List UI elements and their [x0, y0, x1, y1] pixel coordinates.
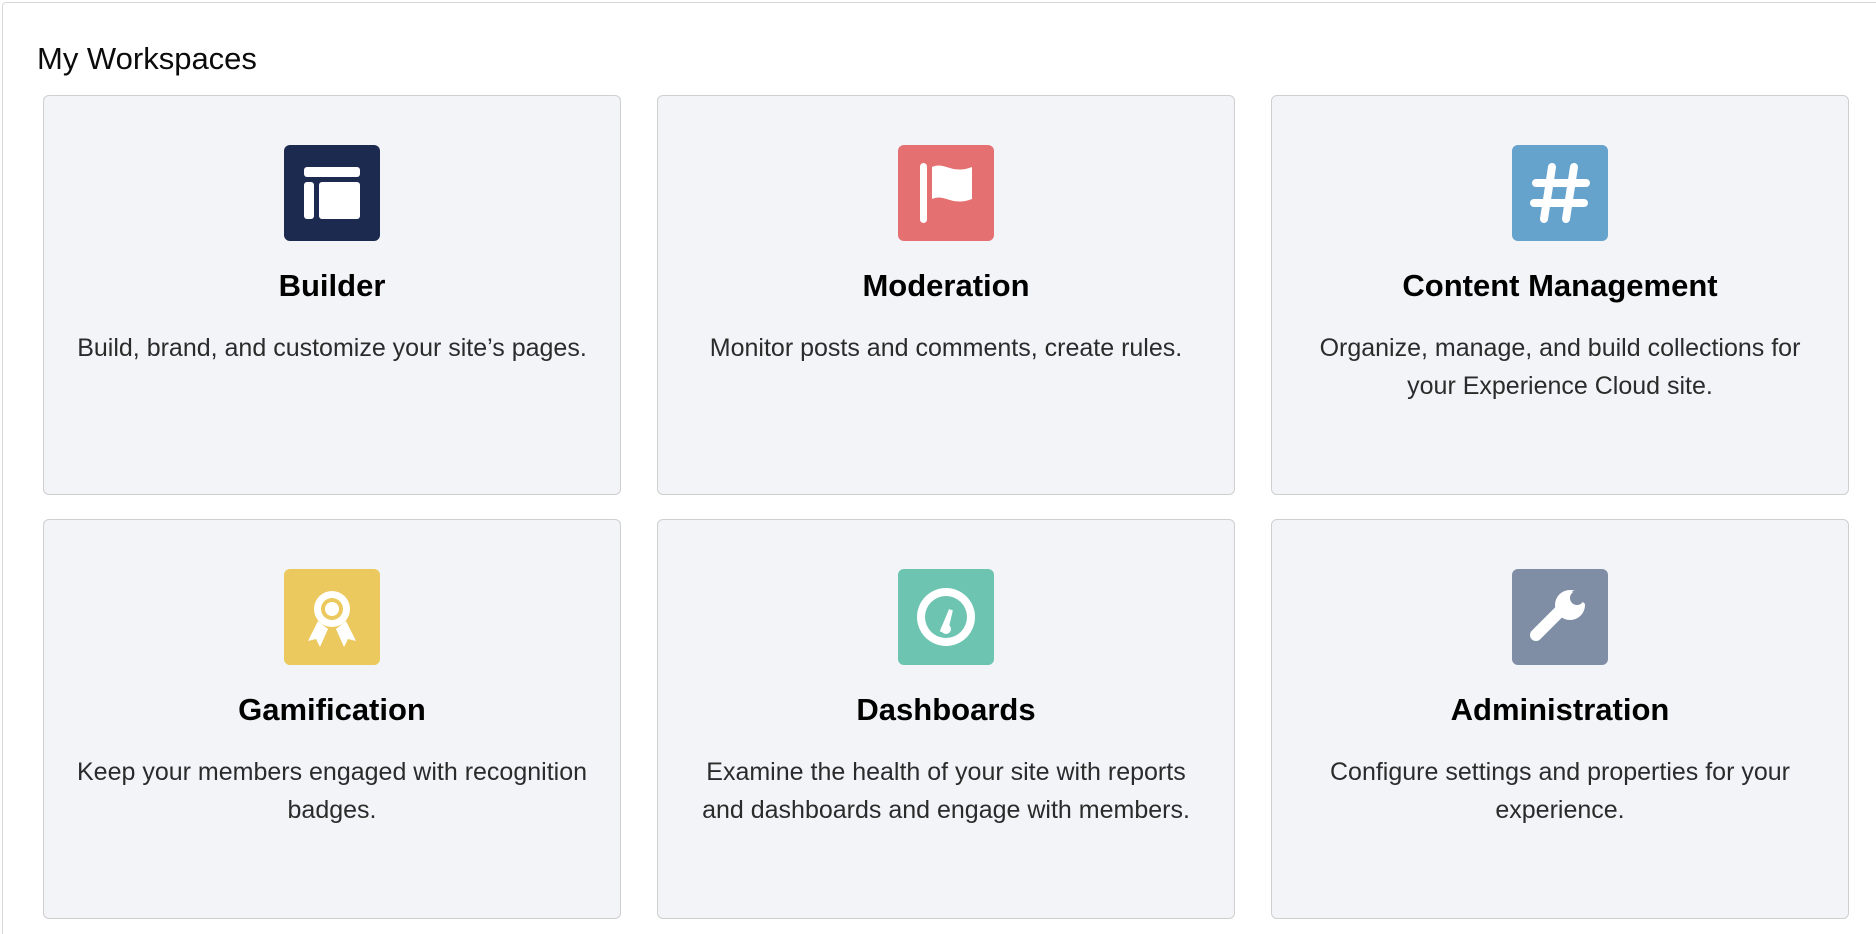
- workspace-card-content-management[interactable]: Content Management Organize, manage, and…: [1271, 95, 1849, 495]
- workspace-card-builder[interactable]: Builder Build, brand, and customize your…: [43, 95, 621, 495]
- workspace-title: Builder: [278, 268, 386, 303]
- hashtag-icon: [1512, 145, 1608, 241]
- workspace-card-administration[interactable]: Administration Configure settings and pr…: [1271, 519, 1849, 919]
- workspace-description: Monitor posts and comments, create rules…: [709, 334, 1183, 362]
- workspace-description: Organize, manage, and build collections …: [1319, 334, 1801, 400]
- workspace-title: Gamification: [238, 692, 426, 727]
- workspace-description: Keep your members engaged with recogniti…: [76, 758, 588, 824]
- ribbon-award-icon: [284, 569, 380, 665]
- workspace-card-moderation[interactable]: Moderation Monitor posts and comments, c…: [657, 95, 1235, 495]
- flag-icon: [898, 145, 994, 241]
- workspace-description: Build, brand, and customize your site’s …: [77, 334, 587, 362]
- page-title: My Workspaces: [37, 41, 257, 76]
- workspace-title: Dashboards: [856, 692, 1036, 727]
- workspace-description: Examine the health of your site with rep…: [702, 758, 1190, 824]
- gauge-icon: [898, 569, 994, 665]
- builder-layout-icon: [284, 145, 380, 241]
- workspace-card-gamification[interactable]: Gamification Keep your members engaged w…: [43, 519, 621, 919]
- workspaces-panel: My Workspaces Builder Build, brand, and …: [2, 2, 1876, 934]
- workspace-title: Moderation: [862, 268, 1030, 303]
- wrench-icon: [1512, 569, 1608, 665]
- workspace-description: Configure settings and properties for yo…: [1330, 758, 1790, 824]
- workspace-card-dashboards[interactable]: Dashboards Examine the health of your si…: [657, 519, 1235, 919]
- workspace-title: Administration: [1450, 692, 1670, 727]
- workspace-title: Content Management: [1402, 268, 1718, 303]
- workspace-grid: Builder Build, brand, and customize your…: [43, 95, 1849, 919]
